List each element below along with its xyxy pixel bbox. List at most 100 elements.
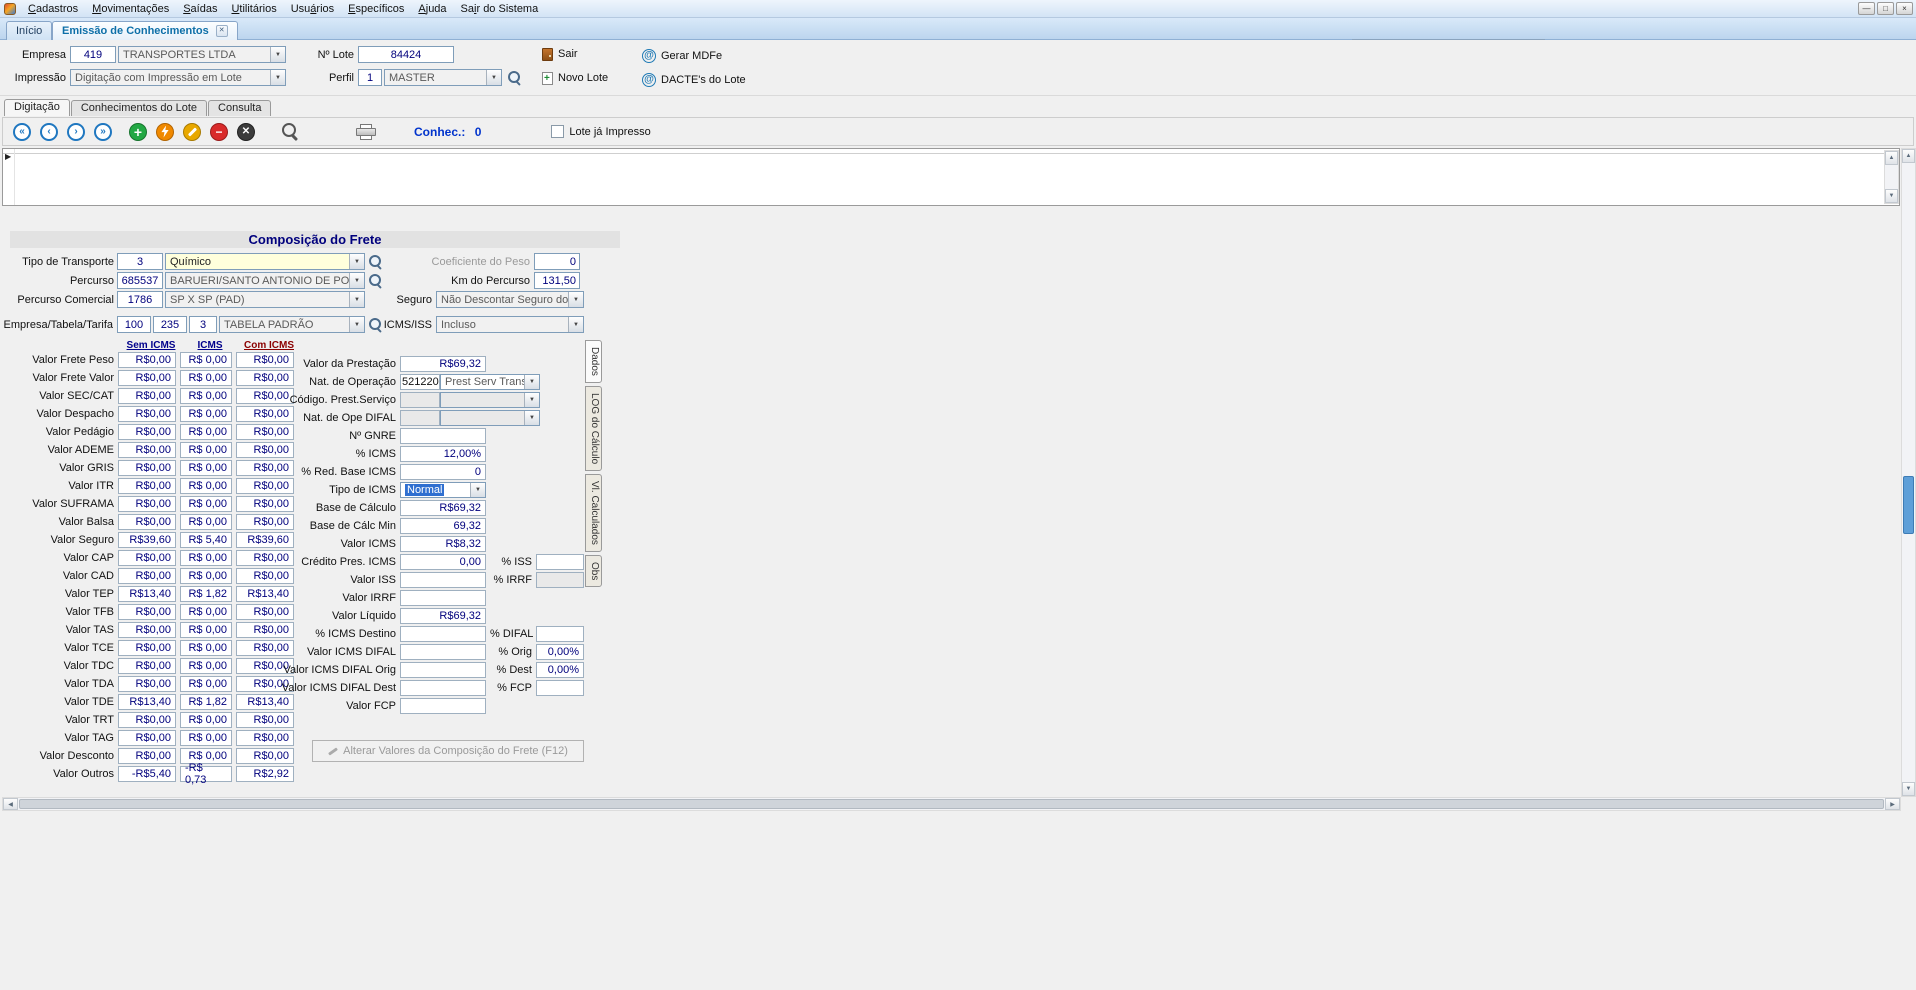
values-cell[interactable]: R$39,60 — [118, 532, 176, 548]
menu-item-1[interactable]: Cadastros — [21, 0, 85, 18]
values-cell[interactable]: R$0,00 — [118, 352, 176, 368]
values-cell[interactable]: R$ 0,00 — [180, 514, 232, 530]
tabela-combo[interactable]: TABELA PADRÃO ▼ — [219, 316, 365, 333]
vertical-tab-4[interactable]: Obs — [585, 555, 602, 587]
menu-item-5[interactable]: Usuários — [284, 0, 341, 18]
impressao-combo[interactable]: Digitação com Impressão em Lote ▼ — [70, 69, 286, 86]
values-cell[interactable]: R$ 0,00 — [180, 442, 232, 458]
calc-value-field[interactable]: 12,00% — [400, 446, 486, 462]
chevron-down-icon[interactable]: ▼ — [349, 273, 364, 288]
page-tab-3[interactable]: Consulta — [208, 100, 271, 116]
grid-vertical-scrollbar[interactable]: ▲ ▼ — [1884, 150, 1899, 204]
values-cell[interactable]: R$ 0,00 — [180, 460, 232, 476]
values-cell[interactable]: R$0,00 — [118, 658, 176, 674]
tab-inicio[interactable]: Início — [6, 21, 52, 40]
calc-value-field[interactable]: 69,32 — [400, 518, 486, 534]
calc-value-field[interactable]: R$8,32 — [400, 536, 486, 552]
values-cell[interactable]: R$ 0,00 — [180, 640, 232, 656]
calc-value-field[interactable] — [400, 590, 486, 606]
values-cell[interactable]: -R$ 0,73 — [180, 766, 232, 782]
gerar-mdfe-button[interactable]: @ Gerar MDFe — [638, 46, 726, 66]
calc-value-field[interactable]: 0,00 — [400, 554, 486, 570]
chevron-down-icon[interactable]: ▼ — [349, 317, 364, 332]
alterar-valores-button[interactable]: Alterar Valores da Composição do Frete (… — [312, 740, 584, 762]
chevron-down-icon[interactable]: ▼ — [524, 375, 539, 389]
values-cell[interactable]: R$ 0,00 — [180, 406, 232, 422]
values-cell[interactable]: R$0,00 — [118, 406, 176, 422]
empresa-name-combo[interactable]: TRANSPORTES LTDA ▼ — [118, 46, 286, 63]
calc-side-field[interactable] — [536, 680, 584, 696]
calc-code-field[interactable] — [400, 410, 440, 426]
scrollbar-thumb[interactable] — [1903, 476, 1914, 534]
calc-side-field[interactable] — [536, 572, 584, 588]
scroll-up-icon[interactable]: ▲ — [1885, 151, 1898, 165]
chevron-down-icon[interactable]: ▼ — [568, 317, 583, 332]
lote-impresso-checkbox[interactable] — [551, 125, 564, 138]
km-percurso-field[interactable]: 131,50 — [534, 272, 580, 289]
calc-value-field[interactable] — [400, 698, 486, 714]
calc-value-field[interactable]: R$69,32 — [400, 500, 486, 516]
values-cell[interactable]: R$0,00 — [118, 514, 176, 530]
calc-value-field[interactable] — [400, 644, 486, 660]
vertical-tab-1[interactable]: Dados — [585, 340, 602, 383]
values-cell[interactable]: -R$5,40 — [118, 766, 176, 782]
calc-value-field[interactable]: R$69,32 — [400, 608, 486, 624]
values-cell[interactable]: R$0,00 — [118, 370, 176, 386]
print-icon[interactable] — [356, 124, 376, 140]
percurso-comercial-combo[interactable]: SP X SP (PAD) ▼ — [165, 291, 365, 308]
values-cell[interactable]: R$0,00 — [118, 442, 176, 458]
cancel-record-button[interactable]: ✕ — [237, 123, 255, 141]
perfil-combo[interactable]: MASTER ▼ — [384, 69, 502, 86]
tabela-tarifa-field[interactable]: 3 — [189, 316, 217, 333]
dacte-lote-button[interactable]: @ DACTE's do Lote — [638, 70, 750, 90]
calc-side-field[interactable] — [536, 554, 584, 570]
tipo-transporte-code-field[interactable]: 3 — [117, 253, 163, 270]
perfil-code-field[interactable]: 1 — [358, 69, 382, 86]
values-cell[interactable]: R$0,00 — [236, 748, 294, 764]
menu-item-3[interactable]: Saídas — [176, 0, 224, 18]
values-cell[interactable]: R$ 5,40 — [180, 532, 232, 548]
menu-item-8[interactable]: Sair do Sistema — [454, 0, 546, 18]
values-cell[interactable]: R$0,00 — [118, 568, 176, 584]
calc-combo[interactable]: Normal▼ — [400, 482, 486, 498]
menu-item-6[interactable]: Específicos — [341, 0, 411, 18]
chevron-down-icon[interactable]: ▼ — [270, 47, 285, 62]
values-cell[interactable]: R$ 0,00 — [180, 424, 232, 440]
values-cell[interactable]: R$ 0,00 — [180, 370, 232, 386]
values-cell[interactable]: R$0,00 — [118, 622, 176, 638]
calc-combo[interactable]: ▼ — [440, 392, 540, 408]
values-cell[interactable]: R$0,00 — [118, 460, 176, 476]
values-cell[interactable]: R$ 0,00 — [180, 604, 232, 620]
values-cell[interactable]: R$0,00 — [118, 676, 176, 692]
values-cell[interactable]: R$0,00 — [118, 730, 176, 746]
calc-side-field[interactable] — [536, 626, 584, 642]
values-cell[interactable]: R$0,00 — [118, 388, 176, 404]
values-cell[interactable]: R$0,00 — [236, 730, 294, 746]
chevron-down-icon[interactable]: ▼ — [349, 292, 364, 307]
novo-lote-button[interactable]: Novo Lote — [538, 68, 612, 88]
scroll-down-icon[interactable]: ▼ — [1902, 782, 1915, 796]
sair-button[interactable]: Sair — [538, 44, 582, 64]
values-cell[interactable]: R$0,00 — [118, 478, 176, 494]
horizontal-scrollbar[interactable]: ◀ ▶ — [2, 797, 1901, 811]
values-cell[interactable]: R$ 1,82 — [180, 694, 232, 710]
scroll-down-icon[interactable]: ▼ — [1885, 189, 1898, 203]
calc-side-field[interactable]: 0,00% — [536, 644, 584, 660]
search-records-icon[interactable] — [282, 123, 299, 140]
percurso-comercial-code-field[interactable]: 1786 — [117, 291, 163, 308]
nav-next-button[interactable]: › — [67, 123, 85, 141]
values-cell[interactable]: R$0,00 — [118, 748, 176, 764]
chevron-down-icon[interactable]: ▼ — [524, 393, 539, 407]
icms-iss-combo[interactable]: Incluso ▼ — [436, 316, 584, 333]
tipo-transporte-search-icon[interactable] — [369, 255, 383, 269]
tabela-empresa-field[interactable]: 100 — [117, 316, 151, 333]
conhecimentos-grid[interactable]: ▶ — [2, 148, 1900, 206]
calc-value-field[interactable] — [400, 680, 486, 696]
edit-record-button[interactable] — [183, 123, 201, 141]
calc-combo[interactable]: ▼ — [440, 410, 540, 426]
chevron-down-icon[interactable]: ▼ — [270, 70, 285, 85]
empresa-code-field[interactable]: 419 — [70, 46, 116, 63]
chevron-down-icon[interactable]: ▼ — [524, 411, 539, 425]
values-cell[interactable]: R$ 0,00 — [180, 622, 232, 638]
main-vertical-scrollbar[interactable]: ▲ ▼ — [1901, 148, 1916, 797]
